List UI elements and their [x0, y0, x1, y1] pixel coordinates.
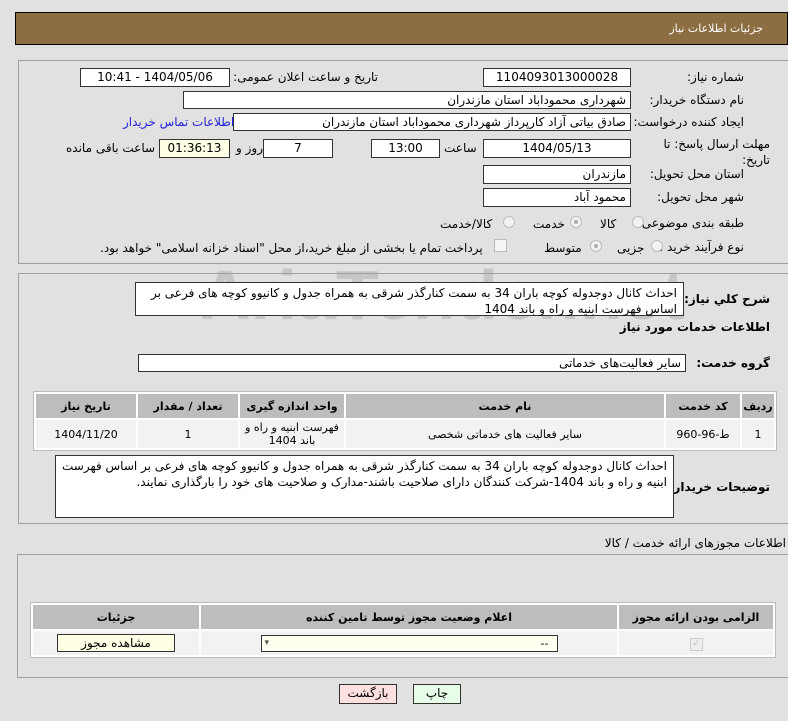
col-required: الزامی بودن ارائه مجوز [619, 605, 773, 629]
buyer-field: شهرداری محموداباد استان مازندران [183, 91, 631, 109]
cell-name: سایر فعالیت های خدماتی شخصی [346, 420, 664, 448]
table-header-row: ردیف کد خدمت نام خدمت واحد اندازه گیری ت… [36, 394, 774, 418]
col-unit: واحد اندازه گیری [240, 394, 344, 418]
back-button[interactable]: بازگشت [339, 684, 397, 704]
category-service-label: خدمت [533, 217, 565, 231]
col-details: جزئیات [33, 605, 199, 629]
deadline-date-field: 1404/05/13 [483, 139, 631, 158]
category-radio-goods-service[interactable] [503, 216, 515, 228]
category-radio-goods[interactable] [632, 216, 644, 228]
days-label: روز و [236, 141, 263, 155]
permit-status-select[interactable]: -- ▾ [260, 634, 558, 652]
deadline-time-field: 13:00 [371, 139, 440, 158]
category-radio-service[interactable] [570, 216, 582, 228]
cell-row: 1 [742, 420, 774, 448]
islamic-treasury-checkbox[interactable] [494, 239, 507, 252]
description-label: شرح کلي نیاز: [684, 292, 770, 306]
services-heading: اطلاعات خدمات مورد نیاز [619, 320, 770, 334]
category-goods-label: کالا [600, 217, 617, 231]
process-medium-label: متوسط [544, 241, 582, 255]
services-table: ردیف کد خدمت نام خدمت واحد اندازه گیری ت… [33, 391, 777, 451]
remaining-time-field: 01:36:13 [159, 139, 230, 158]
print-button[interactable]: چاپ [413, 684, 461, 704]
col-status: اعلام وضعیت مجوز توسط تامین کننده [201, 605, 617, 629]
cell-date: 1404/11/20 [36, 420, 136, 448]
province-label: استان محل تحویل: [649, 167, 744, 181]
payment-note: پرداخت تمام یا بخشی از مبلغ خرید،از محل … [100, 241, 483, 255]
announce-field: 1404/05/06 - 10:41 [80, 68, 230, 87]
contact-info-link[interactable]: اطلاعات تماس خریدار [123, 115, 234, 129]
table-row: ✓ -- ▾ مشاهده مجوز [33, 631, 773, 655]
buyer-notes-textarea[interactable]: احداث کانال دوجدوله کوچه باران 34 به سمت… [55, 455, 674, 518]
cell-unit: فهرست ابنیه و راه و باند 1404 [240, 420, 344, 448]
permits-table: الزامی بودن ارائه مجوز اعلام وضعیت مجوز … [30, 602, 776, 658]
view-permit-button[interactable]: مشاهده مجوز [57, 634, 175, 652]
table-row: 1 ط-96-960 سایر فعالیت های خدماتی شخصی ف… [36, 420, 774, 448]
col-code: کد خدمت [666, 394, 740, 418]
process-radio-medium[interactable] [590, 240, 602, 252]
creator-field: صادق بیاتی آزاد کارپرداز شهرداری محموداب… [233, 113, 631, 131]
col-row: ردیف [742, 394, 774, 418]
cell-qty: 1 [138, 420, 238, 448]
service-group-field: سایر فعالیت‌های خدماتی [138, 354, 686, 372]
buyer-label: نام دستگاه خریدار: [649, 93, 745, 107]
col-name: نام خدمت [346, 394, 664, 418]
col-date: تاریخ نیاز [36, 394, 136, 418]
process-label: نوع فرآیند خرید : [659, 240, 744, 254]
deadline-label: مهلت ارسال پاسخ: تا تاریخ: [663, 137, 770, 167]
cell-code: ط-96-960 [666, 420, 740, 448]
creator-label: ایجاد کننده درخواست: [633, 115, 744, 129]
col-qty: تعداد / مقدار [138, 394, 238, 418]
description-textarea[interactable]: احداث کانال دوجدوله کوچه باران 34 به سمت… [135, 282, 684, 316]
remaining-label: ساعت باقی مانده [66, 141, 156, 155]
chevron-down-icon: ▾ [264, 637, 270, 648]
need-number-label: شماره نیاز: [687, 70, 744, 84]
service-group-label: گروه خدمت: [696, 356, 770, 370]
city-label: شهر محل تحویل: [657, 190, 744, 204]
required-checkbox: ✓ [689, 637, 703, 651]
province-field: مازندران [483, 165, 631, 184]
time-label: ساعت [444, 141, 477, 155]
page-header: جزئیات اطلاعات نیاز [15, 12, 788, 45]
buyer-notes-label: توضیحات خریدار: [668, 480, 770, 494]
announce-label: تاریخ و ساعت اعلان عمومی: [233, 70, 378, 84]
page-title: جزئیات اطلاعات نیاز [669, 22, 763, 35]
table-header-row: الزامی بودن ارائه مجوز اعلام وضعیت مجوز … [33, 605, 773, 629]
city-field: محمود آباد [483, 188, 631, 207]
need-number-field: 1104093013000028 [483, 68, 631, 87]
process-minor-label: جزیی [617, 241, 645, 255]
process-radio-minor[interactable] [651, 240, 663, 252]
permits-heading: اطلاعات مجوزهای ارائه خدمت / کالا [604, 536, 786, 550]
category-label: طبقه بندی موضوعی: [637, 216, 744, 230]
category-goods-service-label: کالا/خدمت [440, 217, 493, 231]
days-field: 7 [263, 139, 333, 158]
select-value: -- [540, 636, 549, 650]
